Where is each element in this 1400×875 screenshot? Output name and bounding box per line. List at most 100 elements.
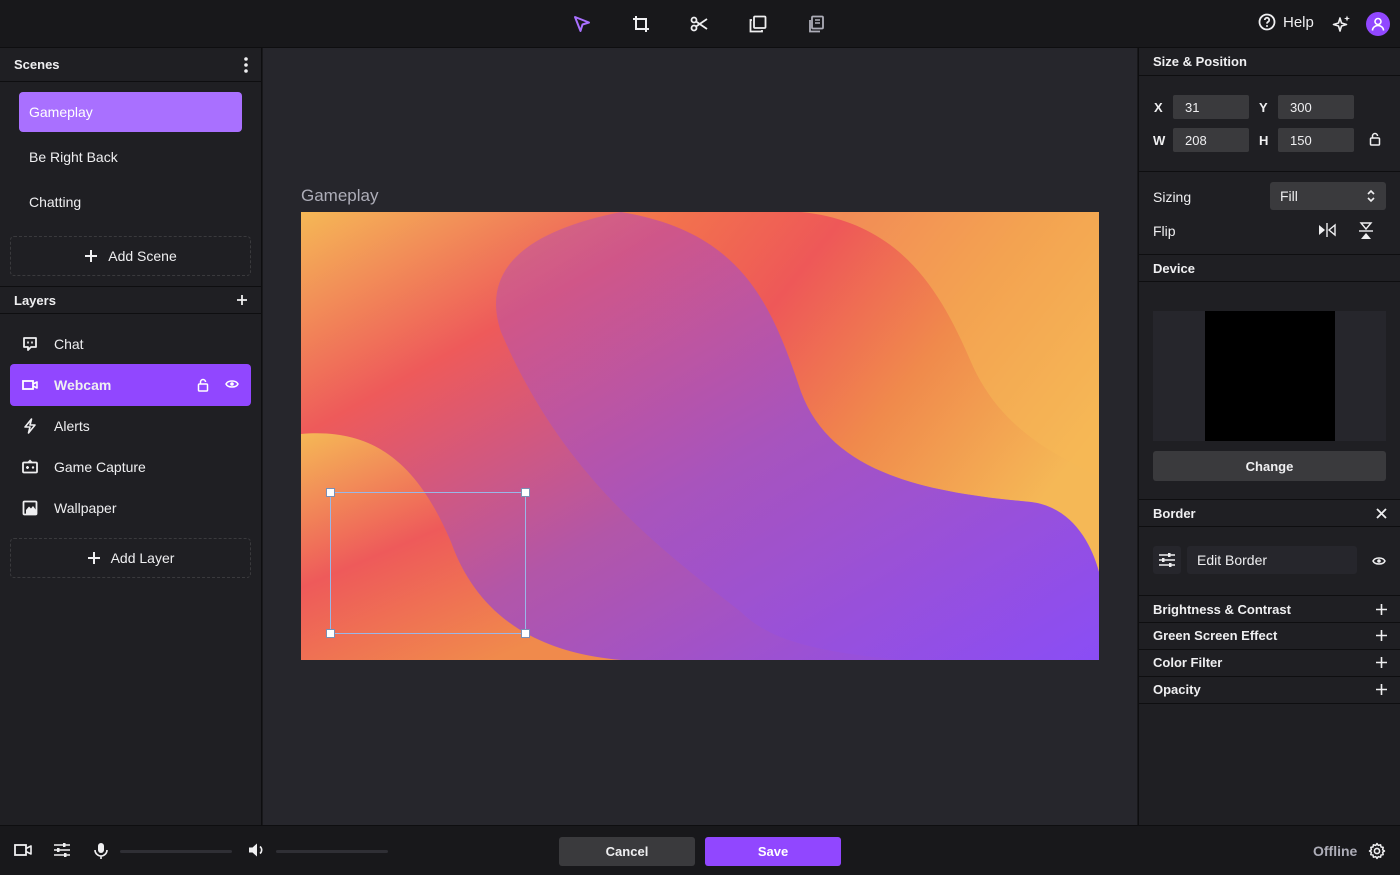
add-layer-label: Add Layer xyxy=(110,550,175,566)
save-label: Save xyxy=(757,844,789,859)
layer-item-label: Wallpaper xyxy=(54,500,117,516)
scenes-title: Scenes xyxy=(14,57,60,72)
resize-handle-top-right[interactable] xyxy=(521,488,530,497)
scene-item-be-right-back[interactable]: Be Right Back xyxy=(19,137,242,177)
image-icon xyxy=(22,500,38,516)
change-device-button[interactable]: Change xyxy=(1153,451,1386,481)
select-icon[interactable] xyxy=(570,12,594,36)
sliders-icon[interactable] xyxy=(1153,546,1181,574)
device-title: Device xyxy=(1153,260,1195,276)
divider xyxy=(1139,171,1400,172)
add-layer-button[interactable]: Add Layer xyxy=(10,538,251,578)
plus-icon xyxy=(1376,684,1387,695)
top-toolbar: Help xyxy=(0,0,1400,48)
y-label: Y xyxy=(1259,100,1268,115)
canvas-area: Gameplay xyxy=(263,48,1137,825)
microphone-volume-slider[interactable] xyxy=(120,850,232,853)
scene-item-gameplay[interactable]: Gameplay xyxy=(19,92,242,132)
effect-opacity[interactable]: Opacity xyxy=(1139,676,1400,704)
bottom-bar: Cancel Save Offline xyxy=(0,825,1400,875)
device-preview-image xyxy=(1205,311,1335,441)
layer-item-label: Alerts xyxy=(54,418,90,434)
plus-icon xyxy=(1376,657,1387,668)
more-vertical-icon[interactable] xyxy=(244,56,248,73)
add-scene-button[interactable]: Add Scene xyxy=(10,236,251,276)
save-button[interactable]: Save xyxy=(705,837,841,866)
canvas-title: Gameplay xyxy=(301,186,379,205)
close-icon[interactable] xyxy=(1376,507,1387,519)
effect-label: Brightness & Contrast xyxy=(1153,601,1291,617)
layer-item-game-capture[interactable]: Game Capture xyxy=(10,447,251,487)
layer-item-chat[interactable]: Chat xyxy=(10,324,251,364)
plus-icon xyxy=(85,250,98,262)
help-label: Help xyxy=(1283,13,1314,31)
eye-icon[interactable] xyxy=(225,378,239,392)
properties-panel: Size & Position X Y W H Sizing Fill Flip… xyxy=(1138,48,1400,825)
h-label: H xyxy=(1259,133,1269,148)
scissors-icon[interactable] xyxy=(687,12,711,36)
flip-label: Flip xyxy=(1153,223,1176,239)
layer-item-label: Webcam xyxy=(54,377,112,393)
chat-icon xyxy=(23,337,37,351)
effect-green-screen[interactable]: Green Screen Effect xyxy=(1139,622,1400,650)
scene-item-label: Chatting xyxy=(29,194,82,210)
effect-label: Color Filter xyxy=(1153,655,1223,670)
microphone-icon[interactable] xyxy=(93,842,109,860)
x-label: X xyxy=(1154,100,1163,115)
avatar[interactable] xyxy=(1366,12,1390,36)
plus-icon[interactable] xyxy=(236,294,248,306)
layer-item-wallpaper[interactable]: Wallpaper xyxy=(10,488,251,528)
gear-icon[interactable] xyxy=(1368,842,1386,860)
layers-header: Layers xyxy=(0,286,262,314)
unlock-icon[interactable] xyxy=(197,378,209,392)
effect-label: Opacity xyxy=(1153,682,1201,697)
help-button[interactable]: Help xyxy=(1258,13,1314,31)
cancel-label: Cancel xyxy=(605,844,649,859)
sparkle-icon[interactable] xyxy=(1332,14,1352,34)
eye-icon[interactable] xyxy=(1372,555,1386,567)
layer-item-webcam[interactable]: Webcam xyxy=(10,364,251,406)
scene-item-chatting[interactable]: Chatting xyxy=(19,182,242,222)
resize-handle-bottom-left[interactable] xyxy=(326,629,335,638)
plus-icon xyxy=(1376,630,1387,641)
sliders-icon[interactable] xyxy=(53,842,71,858)
camera-icon xyxy=(22,380,38,390)
duplicate-icon[interactable] xyxy=(746,12,770,36)
flip-horizontal-icon[interactable] xyxy=(1318,223,1336,237)
speaker-icon[interactable] xyxy=(248,842,266,858)
border-header: Border xyxy=(1139,499,1400,527)
resize-handle-bottom-right[interactable] xyxy=(521,629,530,638)
resize-handle-top-left[interactable] xyxy=(326,488,335,497)
gamepad-icon xyxy=(22,459,38,474)
left-panel: Scenes Gameplay Be Right Back Chatting A… xyxy=(0,48,262,825)
effect-brightness-contrast[interactable]: Brightness & Contrast xyxy=(1139,595,1400,623)
cancel-button[interactable]: Cancel xyxy=(559,837,695,866)
effect-color-filter[interactable]: Color Filter xyxy=(1139,649,1400,677)
edit-border-button[interactable]: Edit Border xyxy=(1187,546,1357,574)
sizing-label: Sizing xyxy=(1153,189,1192,205)
flip-vertical-icon[interactable] xyxy=(1359,222,1373,240)
sizing-value: Fill xyxy=(1280,188,1298,204)
speaker-volume-slider[interactable] xyxy=(276,850,388,853)
unlock-icon[interactable] xyxy=(1369,132,1381,146)
w-input[interactable] xyxy=(1173,128,1249,152)
crop-icon[interactable] xyxy=(629,12,653,36)
scenes-header: Scenes xyxy=(0,48,262,82)
layer-item-alerts[interactable]: Alerts xyxy=(10,406,251,446)
camera-icon[interactable] xyxy=(14,842,32,858)
scene-canvas[interactable] xyxy=(301,212,1099,660)
effect-label: Green Screen Effect xyxy=(1153,628,1278,643)
size-position-title: Size & Position xyxy=(1153,54,1247,69)
add-scene-label: Add Scene xyxy=(108,248,177,264)
change-label: Change xyxy=(1245,458,1294,474)
edit-border-label: Edit Border xyxy=(1197,552,1268,568)
scene-item-label: Be Right Back xyxy=(29,149,118,165)
y-input[interactable] xyxy=(1278,95,1354,119)
sizing-select[interactable]: Fill xyxy=(1270,182,1386,210)
h-input[interactable] xyxy=(1278,128,1354,152)
chevron-up-down-icon xyxy=(1367,189,1375,203)
selection-box[interactable] xyxy=(326,488,530,638)
x-input[interactable] xyxy=(1173,95,1249,119)
w-label: W xyxy=(1153,133,1166,148)
layers-stack-icon[interactable] xyxy=(804,12,828,36)
